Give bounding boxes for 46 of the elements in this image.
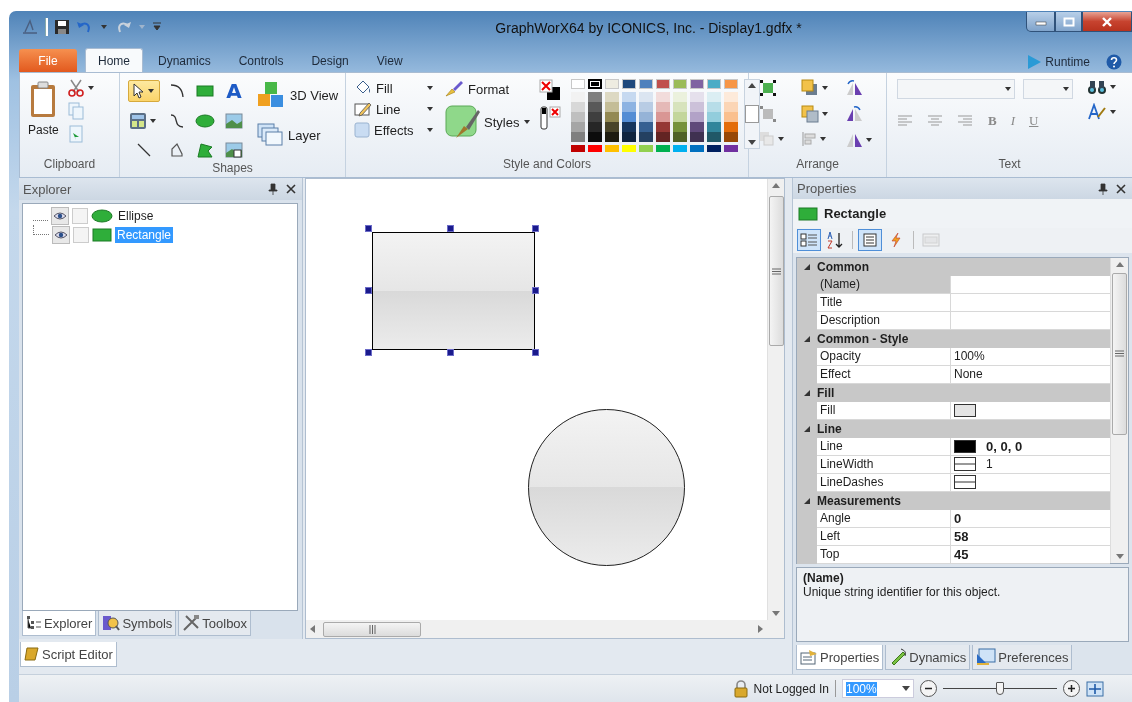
category-name: Fill: [817, 385, 835, 400]
runtime-button[interactable]: Runtime: [1020, 52, 1096, 71]
tree-item[interactable]: Ellipse: [116, 207, 156, 224]
group-label: Arrange: [795, 157, 840, 173]
fill-button[interactable]: Fill: [352, 79, 424, 97]
ribbon-tab[interactable]: View: [363, 48, 416, 72]
property-value[interactable]: 1: [986, 457, 993, 472]
panel-tab[interactable]: Properties: [796, 645, 884, 671]
panel-tab[interactable]: Toolbox: [178, 611, 252, 636]
group-label: Text: [997, 157, 1022, 173]
ribbon-tab[interactable]: Design: [298, 48, 362, 72]
paste-button[interactable]: Paste: [26, 79, 61, 139]
property-value[interactable]: None: [954, 367, 983, 382]
panel-tab[interactable]: Preferences: [972, 645, 1073, 671]
property-value[interactable]: 0: [954, 510, 962, 526]
3d-view-button[interactable]: 3D View: [254, 79, 341, 111]
ribbon-tab[interactable]: Controls: [225, 48, 297, 72]
layer-button[interactable]: Layer: [254, 121, 341, 149]
category-name: Line: [817, 421, 842, 436]
panel-tab[interactable]: Explorer: [22, 611, 97, 636]
line-button[interactable]: Line: [352, 100, 424, 118]
property-value[interactable]: 0, 0, 0: [986, 438, 1023, 454]
format-button[interactable]: Format: [442, 79, 534, 99]
ribbon-tab[interactable]: Home: [85, 48, 143, 72]
group-label: Style and Colors: [501, 157, 592, 173]
group-label: Clipboard: [42, 157, 97, 173]
panel-title: Properties: [797, 181, 858, 197]
panel-tab[interactable]: Dynamics: [885, 645, 971, 671]
script-editor-tab[interactable]: Script Editor: [20, 642, 117, 667]
description-title: (Name): [803, 570, 845, 585]
ribbon-tab[interactable]: Dynamics: [145, 48, 224, 72]
login-status: Not Logged In: [753, 681, 829, 696]
category-name: Common: [817, 259, 869, 274]
description-text: Unique string identifier for this object.: [803, 584, 1002, 599]
property-value[interactable]: 58: [954, 528, 969, 544]
property-value[interactable]: 45: [954, 546, 969, 562]
styles-button[interactable]: Styles: [442, 103, 522, 141]
category-name: Common - Style: [817, 331, 909, 346]
effects-button[interactable]: Effects: [352, 121, 424, 139]
group-label: Shapes: [211, 161, 254, 177]
panel-title: Explorer: [23, 181, 73, 197]
panel-tab[interactable]: Symbols: [98, 611, 177, 636]
property-value[interactable]: 100%: [954, 349, 985, 364]
category-name: Measurements: [817, 493, 902, 508]
object-name: Rectangle: [824, 206, 887, 222]
window-title: GraphWorX64 by ICONICS, Inc. - Display1.gdfx *: [494, 19, 803, 36]
